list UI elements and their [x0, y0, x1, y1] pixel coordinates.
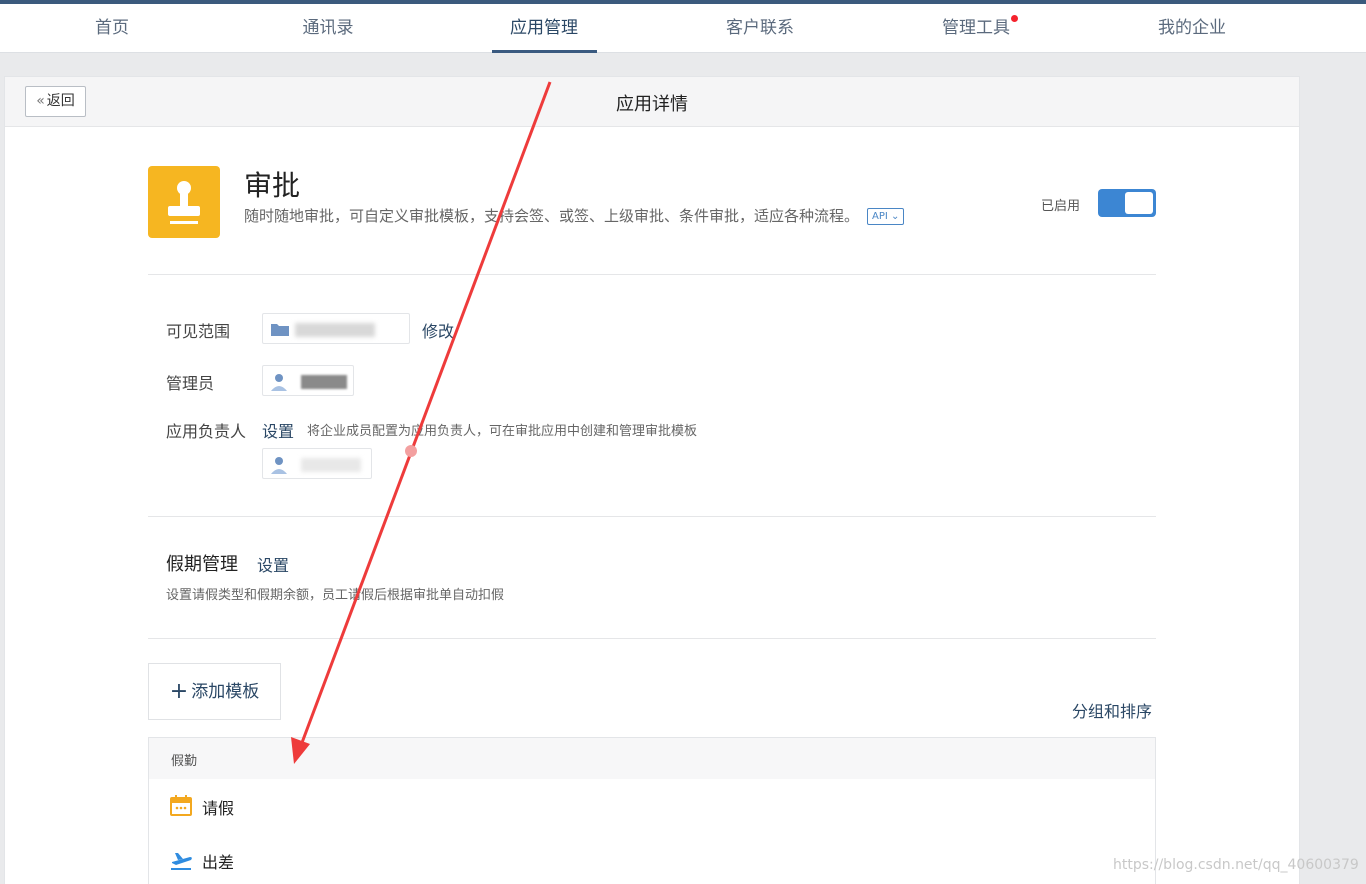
nav-management-tools[interactable]: 管理工具 [924, 4, 1028, 53]
modify-scope-link[interactable]: 修改 [422, 318, 454, 342]
group-header: 假勤 [149, 738, 1155, 779]
status-label: 已启用 [1041, 199, 1081, 214]
add-template-button[interactable]: + 添加模板 [148, 663, 281, 720]
nav-contacts[interactable]: 通讯录 [276, 4, 380, 53]
notification-dot [1011, 15, 1018, 22]
stamp-icon [148, 166, 220, 238]
airplane-icon [171, 853, 192, 870]
admin-label: 管理员 [166, 374, 215, 393]
visible-scope-chip [262, 313, 410, 344]
folder-icon [271, 324, 289, 336]
app-description: 随时随地审批，可自定义审批模板，支持会签、或签、上级审批、条件审批，适应各种流程… [244, 205, 905, 226]
divider [148, 274, 1156, 275]
watermark: https://blog.csdn.net/qq_40600379 [1113, 857, 1359, 873]
group-name: 假勤 [171, 754, 198, 769]
add-template-label: 添加模板 [191, 682, 260, 702]
top-nav: 首页 通讯录 应用管理 客户联系 管理工具 我的企业 [0, 4, 1366, 53]
holiday-description: 设置请假类型和假期余额，员工请假后根据审批单自动扣假 [166, 588, 505, 603]
template-label: 请假 [202, 799, 235, 818]
panel-header: «返回 应用详情 [5, 77, 1299, 127]
template-item-leave[interactable]: 请假 [149, 783, 1155, 829]
redacted-text [301, 375, 347, 389]
app-name: 审批 [244, 169, 301, 202]
page-title: 应用详情 [616, 94, 688, 115]
api-badge[interactable]: API ⌄ [867, 208, 905, 225]
visible-scope-label: 可见范围 [166, 322, 231, 341]
app-description-text: 随时随地审批，可自定义审批模板，支持会签、或签、上级审批、条件审批，适应各种流程… [244, 207, 860, 225]
plus-icon: + [169, 679, 189, 704]
template-label: 出差 [202, 853, 235, 872]
api-badge-text: API [872, 211, 888, 222]
owner-label: 应用负责人 [166, 422, 247, 441]
set-owner-link[interactable]: 设置 [262, 418, 294, 442]
nav-app-management[interactable]: 应用管理 [492, 4, 596, 53]
nav-customer-contact[interactable]: 客户联系 [708, 4, 812, 53]
holiday-settings-link[interactable]: 设置 [257, 552, 289, 576]
divider [148, 516, 1156, 517]
nav-active-indicator [492, 50, 597, 53]
redacted-text [295, 323, 375, 337]
holiday-title: 假期管理 [166, 554, 238, 575]
toggle-knob [1125, 192, 1153, 214]
calendar-icon [170, 795, 192, 816]
nav-home[interactable]: 首页 [60, 4, 164, 53]
redacted-text [301, 458, 361, 472]
group-sort-link[interactable]: 分组和排序 [1072, 698, 1152, 722]
user-avatar-icon [271, 457, 287, 474]
template-item-business-trip[interactable]: 出差 [149, 837, 1155, 883]
owner-chip [262, 448, 372, 479]
owner-hint: 将企业成员配置为应用负责人，可在审批应用中创建和管理审批模板 [307, 424, 698, 439]
divider [148, 638, 1156, 639]
template-group: 假勤 请假 出差 [148, 737, 1156, 884]
chevron-down-icon: ⌄ [891, 211, 900, 222]
admin-chip [262, 365, 354, 396]
user-avatar-icon [271, 374, 287, 391]
nav-my-enterprise[interactable]: 我的企业 [1140, 4, 1244, 53]
enable-toggle[interactable] [1098, 189, 1156, 217]
